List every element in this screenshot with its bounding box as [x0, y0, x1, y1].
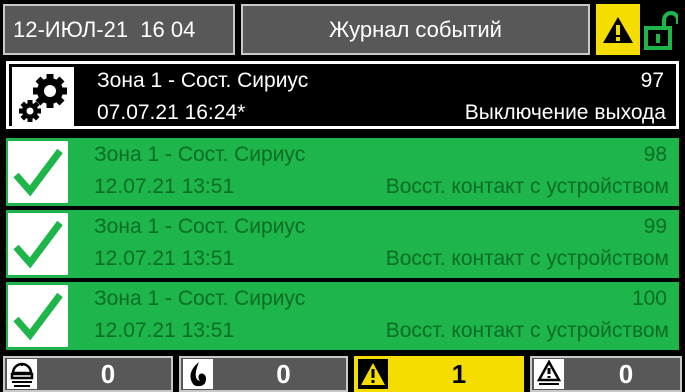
event-description: Восст. контакт с устройством	[385, 319, 669, 342]
datetime-text: 12-ИЮЛ-21 16 04	[13, 16, 196, 42]
event-datetime: 07.07.21 16:24*	[97, 101, 246, 124]
event-description: Восст. контакт с устройством	[385, 247, 669, 270]
event-row[interactable]: Зона 1 - Сост. Сириус 97 07.07.21 16:24*…	[6, 61, 679, 129]
checkmark-icon	[8, 141, 68, 203]
flame-icon	[183, 359, 213, 389]
warning-counter[interactable]: 1	[354, 356, 524, 392]
event-number: 98	[643, 143, 667, 166]
fire-alarm-icon	[7, 359, 37, 389]
event-row[interactable]: Зона 1 - Сост. Сириус 99 12.07.21 13:51 …	[6, 210, 679, 278]
event-zone: Зона 1 - Сост. Сириус	[97, 69, 309, 92]
flame-count: 0	[276, 358, 291, 389]
page-title: Журнал событий	[241, 4, 590, 55]
warning-icon	[358, 359, 388, 389]
event-datetime: 12.07.21 13:51	[94, 247, 235, 270]
event-description: Выключение выхода	[464, 101, 666, 124]
warning-icon	[603, 16, 633, 43]
fault-icon	[534, 359, 564, 389]
fault-counter[interactable]: 0	[530, 356, 682, 392]
fault-count: 0	[618, 358, 634, 389]
fire-alarm-count: 0	[100, 358, 116, 389]
event-zone: Зона 1 - Сост. Сириус	[94, 287, 306, 310]
warning-indicator[interactable]	[596, 4, 640, 55]
header-status	[596, 4, 682, 55]
event-number: 97	[640, 69, 664, 92]
header-datetime: 12-ИЮЛ-21 16 04	[3, 4, 235, 55]
event-number: 99	[643, 215, 667, 238]
gear-icon	[12, 67, 74, 127]
event-datetime: 12.07.21 13:51	[94, 175, 235, 198]
event-zone: Зона 1 - Сост. Сириус	[94, 143, 306, 166]
fire-alarm-counter[interactable]: 0	[3, 356, 173, 392]
event-description: Восст. контакт с устройством	[385, 175, 669, 198]
event-number: 100	[631, 287, 667, 310]
warning-count: 1	[451, 358, 467, 389]
event-zone: Зона 1 - Сост. Сириус	[94, 215, 306, 238]
checkmark-icon	[8, 285, 68, 347]
checkmark-icon	[8, 213, 68, 275]
flame-counter[interactable]: 0	[179, 356, 348, 392]
event-datetime: 12.07.21 13:51	[94, 319, 235, 342]
page-title-text: Журнал событий	[329, 16, 502, 42]
event-row[interactable]: Зона 1 - Сост. Сириус 100 12.07.21 13:51…	[6, 282, 679, 350]
event-row[interactable]: Зона 1 - Сост. Сириус 98 12.07.21 13:51 …	[6, 138, 679, 206]
unlocked-icon	[644, 10, 678, 50]
lock-indicator[interactable]	[640, 4, 682, 55]
